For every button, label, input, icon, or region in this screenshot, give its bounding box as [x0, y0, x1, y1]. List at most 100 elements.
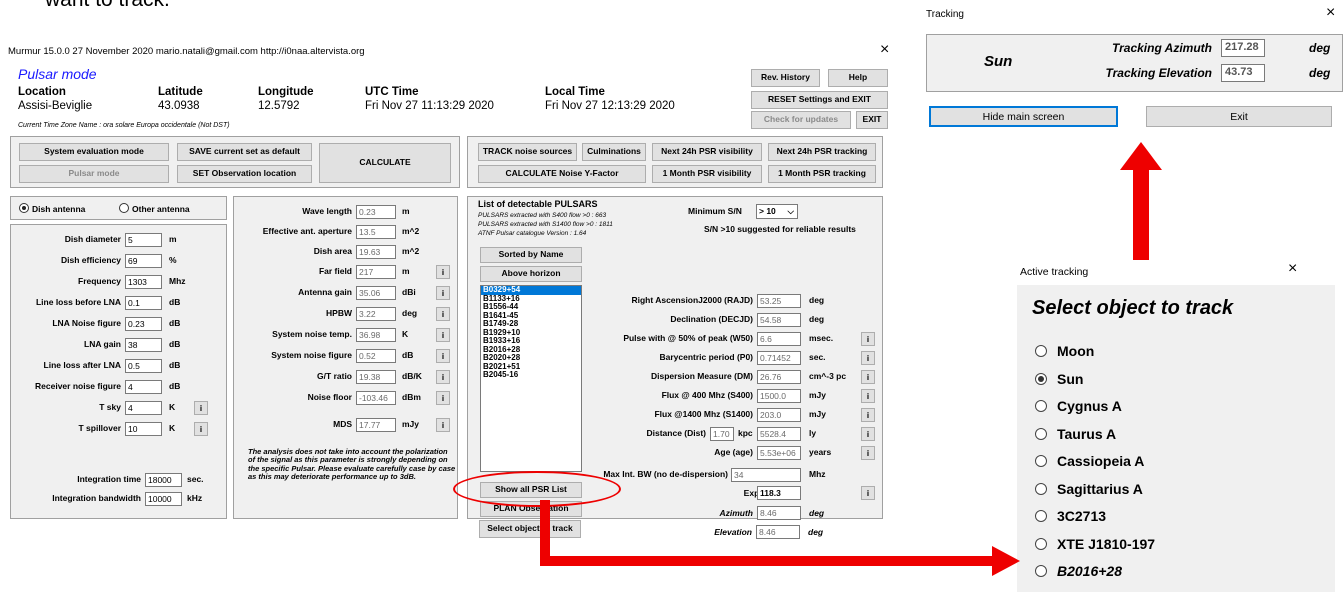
max-bw-unit: Mhz [809, 469, 826, 479]
tracking-close-icon[interactable]: × [1326, 4, 1335, 22]
dish-antenna-radio[interactable]: Dish antenna [19, 203, 85, 214]
arrow-segment-vertical [540, 500, 550, 564]
info-icon[interactable]: i [861, 351, 875, 365]
next24-visibility-button[interactable]: Next 24h PSR visibility [652, 143, 762, 161]
set-location-button[interactable]: SET Observation location [177, 165, 312, 183]
above-horizon-button[interactable]: Above horizon [480, 266, 582, 282]
main-close-icon[interactable]: × [880, 41, 889, 59]
antenna-param-field[interactable]: 0.1 [125, 296, 162, 310]
result-unit: K [402, 329, 409, 339]
help-button[interactable]: Help [828, 69, 888, 87]
pulsar-listbox[interactable]: B0329+54 B1133+16 B1556-44 B1641-45 B1749-28… [480, 285, 582, 472]
antenna-param-field[interactable]: 0.5 [125, 359, 162, 373]
track-option-radio[interactable]: XTE J1810-197 [1035, 536, 1155, 552]
antenna-param-field[interactable]: 4 [125, 401, 162, 415]
info-icon[interactable]: i [194, 401, 208, 415]
result-unit: m [402, 266, 410, 276]
antenna-param-field[interactable]: 38 [125, 338, 162, 352]
pulsar-param-label: Flux @1400 Mhz (S1400) [654, 409, 753, 419]
info-icon[interactable]: i [861, 389, 875, 403]
track-option-radio[interactable]: Sun [1035, 371, 1083, 387]
track-option-radio[interactable]: 3C2713 [1035, 508, 1106, 524]
antenna-param-unit: dB [169, 297, 181, 307]
other-antenna-radio[interactable]: Other antenna [119, 203, 190, 214]
antenna-param-label: Line loss before LNA [35, 297, 121, 307]
next24-tracking-button[interactable]: Next 24h PSR tracking [768, 143, 876, 161]
results-panel: The analysis does not take into account … [233, 196, 458, 519]
antenna-param-field[interactable]: 0.23 [125, 317, 162, 331]
culminations-button[interactable]: Culminations [582, 143, 646, 161]
result-label: Far field [318, 266, 352, 276]
info-icon[interactable]: i [436, 328, 450, 342]
hide-main-screen-button[interactable]: Hide main screen [929, 106, 1118, 127]
antenna-param-unit: dB [169, 360, 181, 370]
month-tracking-button[interactable]: 1 Month PSR tracking [768, 165, 876, 183]
antenna-param-field[interactable]: 4 [125, 380, 162, 394]
pulsar-mode-button[interactable]: Pulsar mode [19, 165, 169, 183]
info-icon[interactable]: i [436, 418, 450, 432]
info-icon[interactable]: i [861, 486, 875, 500]
save-default-button[interactable]: SAVE current set as default [177, 143, 312, 161]
min-sn-label: Minimum S/N [688, 206, 742, 216]
rev-history-button[interactable]: Rev. History [751, 69, 820, 87]
active-tracking-close-icon[interactable]: × [1288, 260, 1297, 278]
calculate-button[interactable]: CALCULATE [319, 143, 451, 183]
info-icon[interactable]: i [436, 391, 450, 405]
min-sn-select[interactable]: > 10 ⌵ [756, 204, 798, 219]
tracking-azimuth-label: Tracking Azimuth [1111, 41, 1212, 55]
info-icon[interactable]: i [861, 446, 875, 460]
result-unit: dBi [402, 287, 416, 297]
track-option-radio[interactable]: Cassiopeia A [1035, 453, 1144, 469]
mode-title: Pulsar mode [18, 66, 97, 82]
track-option-radio[interactable]: Cygnus A [1035, 398, 1122, 414]
info-icon[interactable]: i [861, 408, 875, 422]
distance-kpc-unit: kpc [738, 428, 753, 438]
info-icon[interactable]: i [436, 307, 450, 321]
pulsar-param-label: Flux @ 400 Mhz (S400) [661, 390, 753, 400]
track-option-radio[interactable]: Taurus A [1035, 426, 1116, 442]
antenna-param-field[interactable]: 69 [125, 254, 162, 268]
active-tracking-window: Active tracking × Select object to track… [1012, 260, 1343, 592]
info-icon[interactable]: i [861, 370, 875, 384]
info-icon[interactable]: i [436, 370, 450, 384]
pulsar-param-label: Barycentric period (P0) [659, 352, 753, 362]
system-eval-button[interactable]: System evaluation mode [19, 143, 169, 161]
mode-panel: System evaluation mode SAVE current set … [10, 136, 460, 188]
tracking-azimuth-field[interactable]: 217.28 [1221, 39, 1265, 57]
arrow-segment-horizontal [540, 556, 1002, 566]
calc-noise-button[interactable]: CALCULATE Noise Y-Factor [478, 165, 646, 183]
pulsar-param-unit: deg [809, 314, 825, 324]
track-option-radio[interactable]: B2016+28 [1035, 563, 1122, 579]
antenna-param-label: Dish diameter [64, 234, 121, 244]
info-icon[interactable]: i [861, 332, 875, 346]
exit-button[interactable]: EXIT [856, 111, 888, 129]
sorted-by-name-button[interactable]: Sorted by Name [480, 247, 582, 263]
tracking-elevation-field[interactable]: 43.73 [1221, 64, 1265, 82]
arrow-to-active-tracking [540, 500, 1020, 576]
info-icon[interactable]: i [436, 349, 450, 363]
antenna-param-field[interactable]: 10 [125, 422, 162, 436]
track-option-radio[interactable]: Moon [1035, 343, 1094, 359]
info-icon[interactable]: i [436, 265, 450, 279]
track-option-radio[interactable]: Sagittarius A [1035, 481, 1143, 497]
antenna-param-field[interactable]: 5 [125, 233, 162, 247]
antenna-param-field[interactable]: 1303 [125, 275, 162, 289]
result-field: 19.38 [356, 370, 396, 384]
result-label: Wave length [302, 206, 352, 216]
month-visibility-button[interactable]: 1 Month PSR visibility [652, 165, 762, 183]
info-icon[interactable]: i [194, 422, 208, 436]
track-option-label: Sun [1057, 370, 1084, 387]
pulsar-list-item[interactable]: B2045-16 [481, 370, 581, 380]
track-noise-button[interactable]: TRACK noise sources [478, 143, 577, 161]
info-icon[interactable]: i [436, 286, 450, 300]
integration-bw-field[interactable]: 10000 [145, 492, 182, 506]
reset-button[interactable]: RESET Settings and EXIT [751, 91, 888, 109]
check-updates-button[interactable]: Check for updates [751, 111, 851, 129]
info-icon[interactable]: i [861, 427, 875, 441]
arrow-head-right [992, 546, 1020, 576]
tracking-exit-button[interactable]: Exit [1146, 106, 1332, 127]
result-label: Effective ant. aperture [262, 226, 352, 236]
integration-time-field[interactable]: 18000 [145, 473, 182, 487]
track-option-label: XTE J1810-197 [1057, 535, 1156, 552]
timezone-text: Current Time Zone Name : ora solare Euro… [18, 122, 230, 129]
